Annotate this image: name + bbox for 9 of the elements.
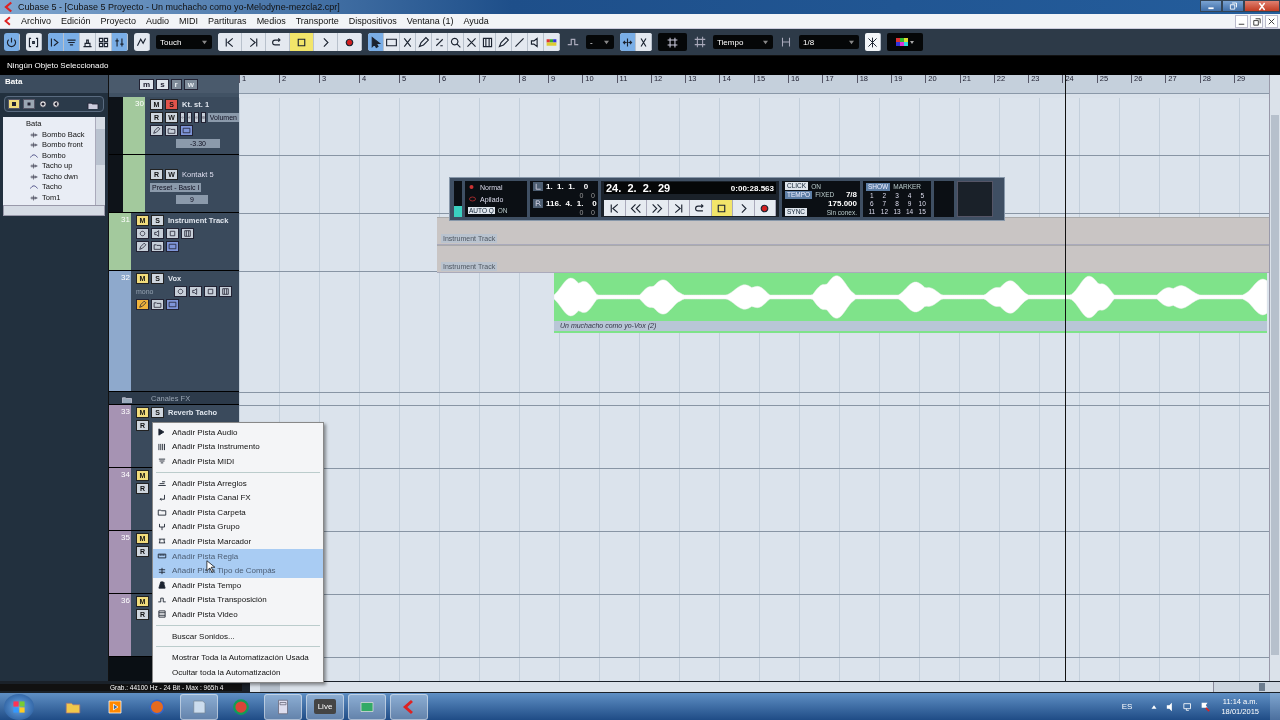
track-number: 36 <box>121 596 130 605</box>
window-title: Cubase 5 - [Cubase 5 Proyecto - Un muchacho como yo-Melodyne-mezcla2.cpr] <box>18 2 340 12</box>
track-number: 32 <box>121 273 130 282</box>
track-number: 33 <box>121 407 130 416</box>
track-number: 35 <box>121 533 130 542</box>
info-line: Ningún Objeto Seleccionado <box>7 61 109 70</box>
track-number: 31 <box>121 215 130 224</box>
track-number: 34 <box>121 470 130 479</box>
track-number: 30 <box>135 99 144 108</box>
